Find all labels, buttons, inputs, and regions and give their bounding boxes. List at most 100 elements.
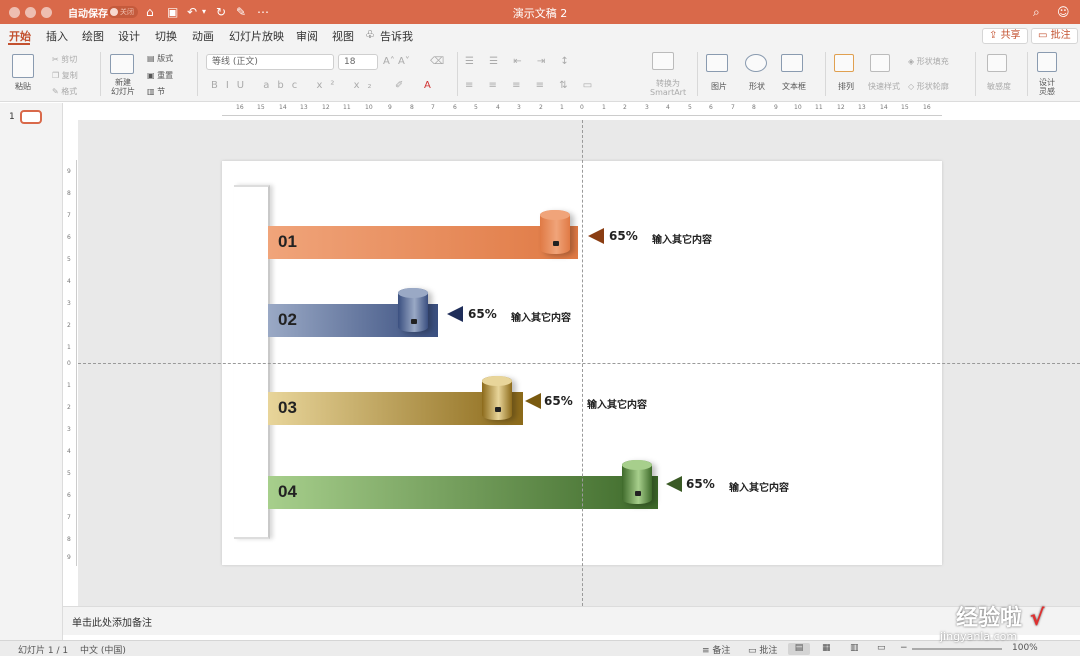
paste-icon[interactable] — [12, 54, 34, 78]
textbox-icon[interactable] — [781, 54, 803, 72]
picture-icon[interactable] — [706, 54, 728, 72]
quick-styles-icon[interactable] — [870, 54, 890, 72]
ruler-label: 4 — [496, 104, 500, 111]
content-label[interactable]: 输入其它内容 — [511, 309, 571, 324]
format-painter-button[interactable]: ✎ 格式 — [52, 86, 77, 97]
arrange-button[interactable]: 排列 — [838, 81, 854, 92]
ruler-label: 3 — [517, 104, 521, 111]
tab-home[interactable]: 开始 — [9, 28, 31, 44]
scroll-roll[interactable] — [540, 210, 570, 254]
slideshow-icon[interactable]: ▭ — [877, 643, 886, 653]
sensitivity-icon[interactable] — [987, 54, 1007, 72]
reading-view-icon[interactable]: ▥ — [850, 643, 859, 653]
layout-button[interactable]: ▤ 版式 — [147, 53, 173, 64]
font-grow-icon[interactable]: A˄ A˅ — [383, 56, 410, 67]
ruler-label: 2 — [539, 104, 543, 111]
tab-animations[interactable]: 动画 — [192, 28, 214, 44]
ruler-label: 7 — [67, 212, 71, 219]
convert-smartart-button[interactable]: 转换为 SmartArt — [650, 79, 686, 97]
share-button[interactable]: ⇪ 共享 — [982, 28, 1028, 44]
ribbon-tabs: 开始 插入 绘图 设计 切换 动画 幻灯片放映 审阅 视图 ♧ 告诉我 ⇪ 共享… — [0, 24, 1080, 46]
designer-icon[interactable] — [1037, 52, 1057, 72]
designer-button[interactable]: 设计 灵感 — [1039, 78, 1055, 96]
ruler-label: 9 — [67, 554, 71, 561]
content-label[interactable]: 输入其它内容 — [587, 396, 647, 411]
language-indicator[interactable]: 中文 (中国) — [80, 643, 126, 656]
arrange-icon[interactable] — [834, 54, 854, 72]
slide-sorter-icon[interactable]: ▦ — [822, 643, 831, 653]
scroll-roll[interactable] — [398, 288, 428, 332]
ruler-label: 10 — [794, 104, 802, 111]
progress-bar-04[interactable] — [268, 476, 658, 509]
notes-toggle[interactable]: ≡ 备注 — [702, 643, 730, 656]
ruler-label: 16 — [923, 104, 931, 111]
cut-button[interactable]: ✂ 剪切 — [52, 54, 77, 65]
tab-view[interactable]: 视图 — [332, 28, 354, 44]
ruler-label: 5 — [67, 470, 71, 477]
quick-styles-button[interactable]: 快速样式 — [868, 81, 900, 92]
percent-label[interactable]: 65% — [609, 229, 638, 243]
zoom-out-icon[interactable]: − — [900, 643, 908, 653]
smiley-icon[interactable]: ☺ — [1057, 4, 1070, 20]
ruler-label: 15 — [257, 104, 265, 111]
new-slide-icon[interactable] — [110, 54, 134, 74]
app-window: 自动保存 关闭 ⌂ ▣ ↶ ▾ ↻ ✎ ⋯ 演示文稿 2 ⌕ ☺ 开始 插入 绘… — [0, 0, 1080, 656]
textbox-button[interactable]: 文本框 — [782, 81, 806, 92]
scroll-roll[interactable] — [482, 376, 512, 420]
percent-label[interactable]: 65% — [686, 477, 715, 491]
scroll-roll[interactable] — [622, 460, 652, 504]
tab-draw[interactable]: 绘图 — [82, 28, 104, 44]
shapes-button[interactable]: 形状 — [749, 81, 765, 92]
comments-button[interactable]: ▭ 批注 — [1031, 28, 1078, 44]
tab-transitions[interactable]: 切换 — [155, 28, 177, 44]
font-style-icons[interactable]: BIU abc x² x₂ — [211, 80, 380, 91]
progress-bar-01[interactable] — [268, 226, 578, 259]
clear-format-icon[interactable]: ⌫ — [430, 56, 444, 67]
font-size-select[interactable]: 18 — [338, 54, 378, 70]
row-number: 03 — [278, 398, 297, 417]
tab-review[interactable]: 审阅 — [296, 28, 318, 44]
tab-design[interactable]: 设计 — [118, 28, 140, 44]
search-icon[interactable]: ⌕ — [1033, 4, 1040, 20]
tab-insert[interactable]: 插入 — [46, 28, 68, 44]
picture-button[interactable]: 图片 — [711, 81, 727, 92]
notes-pane[interactable]: 单击此处添加备注 — [63, 606, 1080, 635]
zoom-slider[interactable] — [912, 648, 1002, 650]
zoom-level[interactable]: 100% — [1012, 643, 1038, 653]
sensitivity-button[interactable]: 敏感度 — [987, 81, 1011, 92]
highlight-icon[interactable]: ✐ — [395, 80, 403, 91]
content-label[interactable]: 输入其它内容 — [729, 479, 789, 494]
section-button[interactable]: ▥ 节 — [147, 86, 165, 97]
shapes-icon[interactable] — [745, 54, 767, 72]
tab-tell-me[interactable]: 告诉我 — [380, 28, 413, 44]
copy-button[interactable]: ❐ 复制 — [52, 70, 78, 81]
ruler-label: 11 — [815, 104, 823, 111]
shape-fill-button[interactable]: ◈ 形状填充 — [908, 56, 949, 67]
slide-thumbnail[interactable] — [20, 110, 42, 124]
percent-label[interactable]: 65% — [544, 394, 573, 408]
tab-slideshow[interactable]: 幻灯片放映 — [229, 28, 284, 44]
comments-toggle[interactable]: ▭ 批注 — [748, 643, 777, 656]
smartart-icon[interactable] — [652, 52, 674, 70]
font-name-select[interactable]: 等线 (正文) — [206, 54, 334, 70]
pointer-triangle — [525, 393, 541, 409]
percent-label[interactable]: 65% — [468, 307, 497, 321]
align-icons[interactable]: ≡ ≡ ≡ ≡ ⇅ ▭ — [465, 80, 598, 91]
shape-outline-button[interactable]: ◇ 形状轮廓 — [908, 81, 949, 92]
paste-label[interactable]: 粘贴 — [15, 81, 31, 92]
slide-thumbnails-panel: 1 — [0, 103, 63, 640]
normal-view-icon[interactable]: ▤ — [788, 643, 810, 655]
reset-button[interactable]: ▣ 重置 — [147, 70, 173, 81]
ruler-label: 3 — [645, 104, 649, 111]
font-color-icon[interactable]: A — [424, 80, 431, 91]
new-slide-button[interactable]: 新建 幻灯片 — [111, 78, 135, 96]
bracket-shape[interactable] — [234, 185, 270, 539]
watermark-url: jingyanla.com — [940, 630, 1018, 643]
ribbon-separator — [100, 52, 101, 96]
content-label[interactable]: 输入其它内容 — [652, 231, 712, 246]
list-icons[interactable]: ☰ ☰ ⇤ ⇥ ↕ — [465, 56, 575, 67]
ruler-label: 13 — [300, 104, 308, 111]
ribbon-separator — [1027, 52, 1028, 96]
horizontal-guide[interactable] — [78, 363, 1080, 364]
horizontal-ruler: 16 15 14 13 12 11 10 9 8 7 6 5 4 3 2 1 0… — [222, 103, 942, 116]
